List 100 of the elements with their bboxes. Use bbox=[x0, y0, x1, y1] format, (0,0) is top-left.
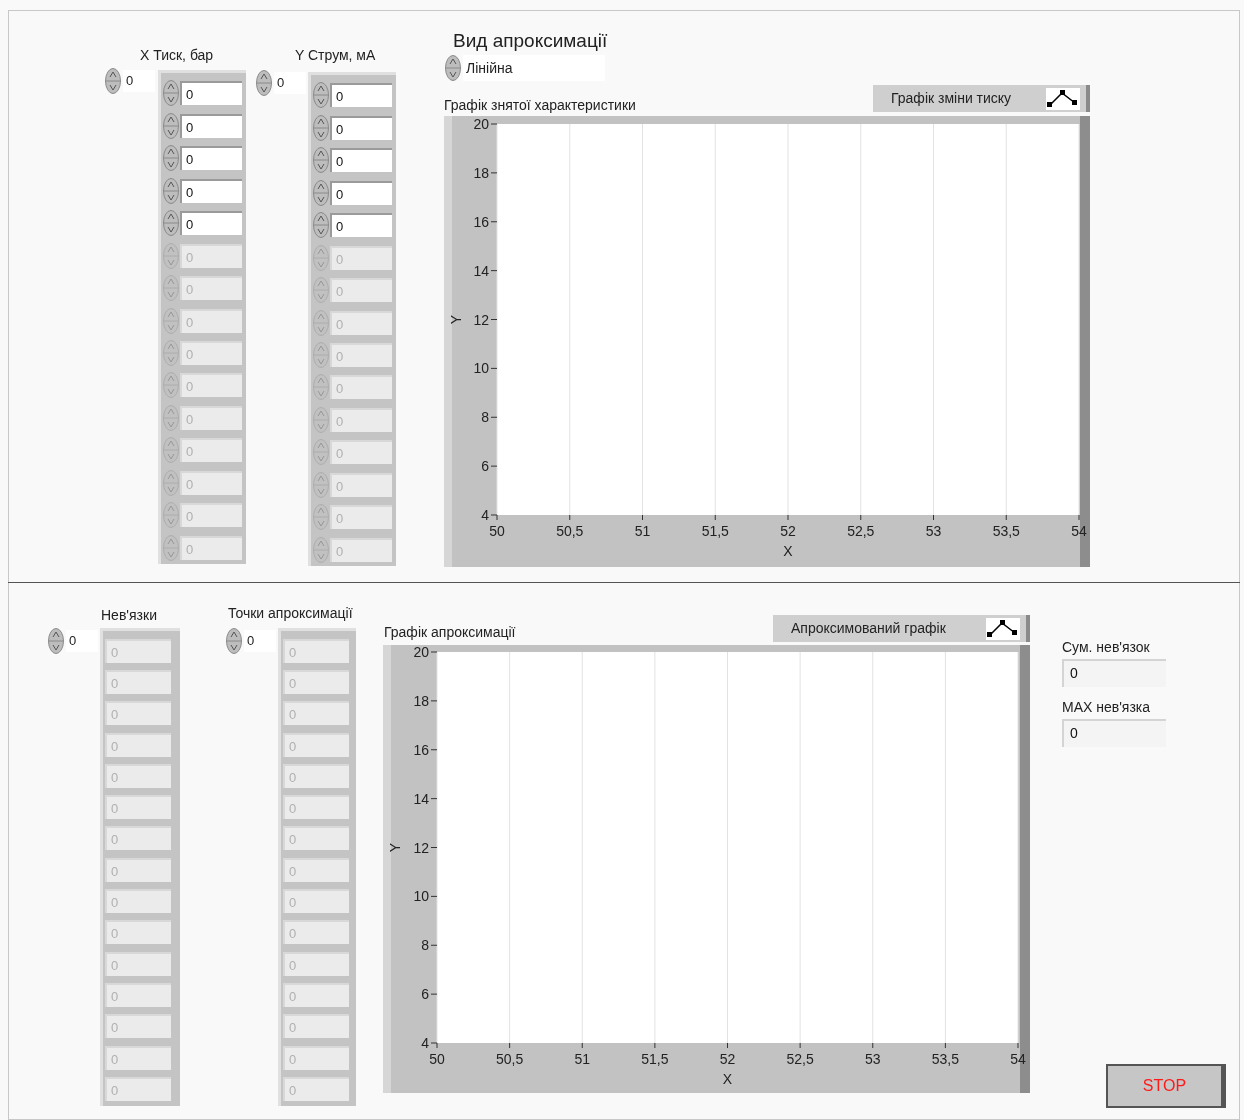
array-element-field[interactable]: 0 bbox=[330, 83, 392, 108]
y-tick-label: 6 bbox=[421, 986, 429, 1003]
spinner-button[interactable] bbox=[256, 70, 272, 96]
array-element-field: 0 bbox=[105, 669, 171, 694]
spinner-button[interactable] bbox=[163, 210, 179, 237]
y-tick-label: 18 bbox=[413, 692, 429, 709]
y-tick-label: 4 bbox=[421, 1035, 429, 1051]
array-label: X Тиск, бар bbox=[140, 46, 214, 65]
x-tick-label: 50 bbox=[429, 1051, 445, 1067]
y-tick-label: 16 bbox=[473, 213, 489, 230]
indicator-label: MAX нев'язка bbox=[1062, 698, 1151, 717]
array-element-field: 0 bbox=[105, 826, 171, 851]
array-element-field: 0 bbox=[105, 795, 171, 820]
spinner-button[interactable] bbox=[226, 628, 242, 654]
array-element-field: 0 bbox=[283, 732, 349, 757]
x-tick-label: 50,5 bbox=[496, 1051, 524, 1067]
numeric-indicator: 0 bbox=[1062, 659, 1166, 687]
line-style-icon bbox=[986, 617, 1020, 640]
array-element-field[interactable]: 0 bbox=[330, 148, 392, 173]
x-tick-label: 54 bbox=[1010, 1051, 1026, 1067]
ring-field[interactable]: Лінійна bbox=[463, 55, 605, 81]
array-element-field[interactable]: 0 bbox=[180, 146, 242, 171]
array-element-field: 0 bbox=[283, 763, 349, 788]
array-element-field[interactable]: 0 bbox=[180, 81, 242, 106]
graph-title: Графік знятої характеристики bbox=[444, 96, 636, 115]
array-element-field: 0 bbox=[283, 701, 349, 726]
spinner-button[interactable] bbox=[313, 82, 329, 109]
array-element-field[interactable]: 0 bbox=[330, 180, 392, 205]
array-element-field: 0 bbox=[105, 638, 171, 663]
y-tick-label: 6 bbox=[481, 458, 489, 475]
index-field[interactable]: 0 bbox=[66, 630, 98, 652]
x-tick-label: 54 bbox=[1071, 523, 1087, 539]
array-element-field: 0 bbox=[105, 857, 171, 882]
spinner-button[interactable] bbox=[163, 112, 179, 139]
array-element-field: 0 bbox=[283, 951, 349, 976]
graph-title: Графік апроксимації bbox=[384, 623, 516, 642]
index-field[interactable]: 0 bbox=[244, 630, 276, 652]
array-element-field[interactable]: 0 bbox=[330, 213, 392, 238]
y-tick-label: 20 bbox=[473, 116, 489, 132]
array-element-field: 0 bbox=[283, 920, 349, 945]
array-element-field[interactable]: 0 bbox=[330, 115, 392, 140]
array-element-field: 0 bbox=[330, 245, 392, 270]
spinner-button[interactable] bbox=[105, 68, 121, 94]
array-element-field: 0 bbox=[330, 440, 392, 465]
array-element-field: 0 bbox=[105, 889, 171, 913]
spinner-button[interactable] bbox=[48, 628, 64, 654]
x-tick-label: 52 bbox=[780, 523, 796, 539]
y-tick-label: 10 bbox=[473, 360, 489, 377]
plot-legend[interactable]: Графік зміни тиску bbox=[873, 85, 1090, 112]
index-field[interactable]: 0 bbox=[274, 72, 306, 94]
x-tick-label: 53,5 bbox=[931, 1051, 959, 1067]
array-element-field: 0 bbox=[105, 982, 171, 1007]
legend-label: Графік зміни тиску bbox=[891, 89, 1012, 108]
spinner-button[interactable] bbox=[445, 55, 461, 81]
ring-label: Вид апроксимації bbox=[453, 29, 608, 53]
array-element-field[interactable]: 0 bbox=[180, 113, 242, 138]
index-field[interactable]: 0 bbox=[123, 70, 155, 92]
array-element-field: 0 bbox=[105, 920, 171, 945]
array-element-field: 0 bbox=[180, 373, 242, 398]
y-axis-title: Y bbox=[387, 842, 403, 853]
y-tick-label: 10 bbox=[413, 888, 429, 905]
array-element-field: 0 bbox=[180, 243, 242, 268]
array-element-field: 0 bbox=[283, 982, 349, 1007]
array-element-field: 0 bbox=[330, 407, 392, 432]
x-tick-label: 51 bbox=[634, 523, 651, 539]
spinner-button[interactable] bbox=[313, 114, 329, 141]
x-axis-title: X bbox=[783, 543, 793, 559]
array-element-field: 0 bbox=[283, 638, 349, 663]
array-element-field: 0 bbox=[330, 472, 392, 497]
x-tick-label: 51 bbox=[574, 1051, 591, 1067]
array-element-field: 0 bbox=[180, 438, 242, 463]
array-element-field: 0 bbox=[283, 889, 349, 913]
array-element-field[interactable]: 0 bbox=[180, 211, 242, 236]
x-tick-label: 53 bbox=[864, 1051, 881, 1067]
x-axis-title: X bbox=[722, 1071, 733, 1087]
y-tick-label: 16 bbox=[413, 741, 429, 758]
line-style-icon bbox=[1046, 87, 1080, 110]
array-element-field: 0 bbox=[180, 470, 242, 495]
spinner-button[interactable] bbox=[313, 179, 329, 206]
spinner-button[interactable] bbox=[313, 212, 329, 239]
array-element-field: 0 bbox=[330, 537, 392, 562]
array-element-field: 0 bbox=[180, 405, 242, 430]
spinner-button[interactable] bbox=[163, 145, 179, 172]
array-element-field[interactable]: 0 bbox=[180, 178, 242, 203]
x-tick-label: 52,5 bbox=[786, 1051, 814, 1067]
plot-legend[interactable]: Апроксимований графік bbox=[773, 615, 1030, 642]
y-tick-label: 8 bbox=[481, 409, 489, 426]
x-tick-label: 51,5 bbox=[701, 523, 729, 539]
spinner-button[interactable] bbox=[313, 147, 329, 174]
x-tick-label: 53 bbox=[925, 523, 942, 539]
array-element-field: 0 bbox=[180, 535, 242, 560]
spinner-button[interactable] bbox=[163, 80, 179, 107]
array-element-field: 0 bbox=[283, 1076, 349, 1101]
spinner-button[interactable] bbox=[163, 177, 179, 204]
array-element-field: 0 bbox=[180, 276, 242, 301]
y-tick-label: 14 bbox=[413, 790, 429, 807]
array-element-field: 0 bbox=[180, 503, 242, 528]
numeric-indicator: 0 bbox=[1062, 719, 1166, 747]
array-element-field: 0 bbox=[283, 1014, 349, 1039]
y-tick-label: 20 bbox=[413, 645, 429, 660]
